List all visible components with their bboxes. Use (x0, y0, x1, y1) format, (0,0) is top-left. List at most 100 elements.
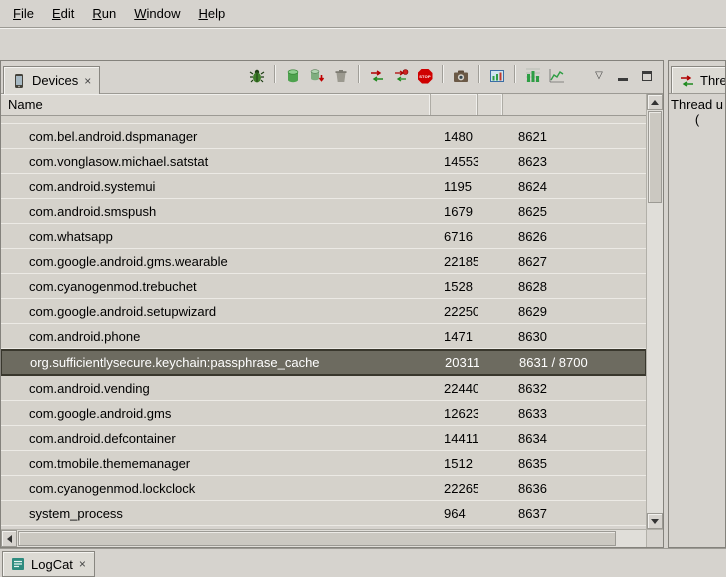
toolbar-separator (514, 65, 516, 83)
process-port: 8632 (503, 381, 646, 396)
column-header-blank[interactable] (478, 94, 503, 115)
process-name: com.cyanogenmod.trebuchet (1, 279, 431, 294)
process-port: 8621 (503, 129, 646, 144)
table-row[interactable]: com.android.defcontainer 14411 8634 (1, 426, 646, 451)
menu-help[interactable]: Help (189, 2, 234, 25)
process-pid: 20311 (432, 355, 479, 370)
process-table: Name com.bel.android.dspmanager 1480 862… (1, 94, 663, 547)
threads-tabbar: Threads (669, 61, 725, 94)
process-pid: 1528 (431, 279, 478, 294)
close-icon[interactable]: × (83, 75, 92, 87)
process-port: 8630 (503, 329, 646, 344)
scroll-up-button[interactable] (647, 94, 663, 110)
process-port: 8637 (503, 506, 646, 521)
main-area: Devices × (0, 60, 726, 548)
vertical-scrollbar[interactable] (646, 94, 663, 529)
table-row[interactable]: com.android.vending 22440 8632 (1, 376, 646, 401)
table-body: com.bel.android.dspmanager 1480 8621 com… (1, 116, 646, 529)
table-row-selected[interactable]: org.sufficientlysecure.keychain:passphra… (1, 349, 646, 376)
sysinfo-bars-icon[interactable] (523, 66, 543, 86)
process-port: 8636 (503, 481, 646, 496)
toolbar-separator (442, 65, 444, 83)
table-row[interactable]: system_process 964 8637 (1, 501, 646, 526)
scroll-left-button[interactable] (1, 530, 17, 547)
vertical-scroll-thumb[interactable] (648, 111, 662, 203)
menu-file[interactable]: File (4, 2, 43, 25)
process-pid: 22265 (431, 481, 478, 496)
horizontal-scroll-thumb[interactable] (18, 531, 616, 546)
process-name: org.sufficientlysecure.keychain:passphra… (2, 355, 432, 370)
table-row[interactable]: com.tmobile.thememanager 1512 8635 (1, 451, 646, 476)
threads-message-area: Thread up ( (669, 94, 725, 130)
menu-edit[interactable]: Edit (43, 2, 83, 25)
table-row[interactable]: com.google.android.setupwizard 22250 862… (1, 299, 646, 324)
minimize-icon[interactable] (613, 66, 633, 86)
screen-capture-icon[interactable] (451, 66, 471, 86)
scroll-down-button[interactable] (647, 513, 663, 529)
method-profiling-icon[interactable] (391, 66, 411, 86)
process-name: com.android.defcontainer (1, 431, 431, 446)
menu-window[interactable]: Window (125, 2, 189, 25)
menu-run[interactable]: Run (83, 2, 125, 25)
devices-tabbar: Devices × (1, 61, 663, 94)
process-pid: 6716 (431, 229, 478, 244)
table-row[interactable]: com.bel.android.dspmanager 1480 8621 (1, 124, 646, 149)
horizontal-scrollbar[interactable] (1, 529, 663, 547)
maximize-icon[interactable] (637, 66, 657, 86)
tab-threads-label: Threads (700, 73, 725, 88)
arrow-up-icon (651, 100, 659, 105)
update-threads-icon[interactable] (367, 66, 387, 86)
column-header-name[interactable]: Name (1, 94, 431, 115)
table-row[interactable]: com.android.phone 1471 8630 (1, 324, 646, 349)
process-port: 8623 (503, 154, 646, 169)
process-port: 8624 (503, 179, 646, 194)
process-port: 8635 (503, 456, 646, 471)
process-pid: 964 (431, 506, 478, 521)
coolbar-strip (0, 27, 726, 60)
process-port: 8631 / 8700 (504, 355, 645, 370)
tab-logcat[interactable]: LogCat × (2, 551, 95, 577)
update-heap-icon[interactable] (283, 66, 303, 86)
table-row[interactable]: com.android.smspush 1679 8625 (1, 199, 646, 224)
partial-row (1, 116, 646, 124)
table-row[interactable]: com.vonglasow.michael.satstat 14553 8623 (1, 149, 646, 174)
dump-hprof-icon[interactable] (307, 66, 327, 86)
debug-process-icon[interactable] (247, 66, 267, 86)
scroll-track[interactable] (616, 530, 647, 547)
process-name: com.android.phone (1, 329, 431, 344)
threads-icon (679, 73, 695, 89)
table-row[interactable]: com.google.android.gms.wearable 22185 86… (1, 249, 646, 274)
process-port: 8633 (503, 406, 646, 421)
table-row[interactable]: com.android.systemui 1195 8624 (1, 174, 646, 199)
process-name: com.whatsapp (1, 229, 431, 244)
column-header-port[interactable] (503, 94, 646, 115)
process-pid: 22250 (431, 304, 478, 319)
column-header-pid[interactable] (431, 94, 478, 115)
view-menu-icon[interactable]: ▽ (589, 66, 609, 86)
tab-threads[interactable]: Threads (671, 66, 725, 94)
process-pid: 22185 (431, 254, 478, 269)
process-name: com.cyanogenmod.lockclock (1, 481, 431, 496)
process-name: com.android.vending (1, 381, 431, 396)
process-name: com.vonglasow.michael.satstat (1, 154, 431, 169)
frame-render-icon[interactable] (487, 66, 507, 86)
tab-devices[interactable]: Devices × (3, 66, 100, 94)
process-pid: 1480 (431, 129, 478, 144)
process-pid: 1679 (431, 204, 478, 219)
cause-gc-icon[interactable] (331, 66, 351, 86)
sysinfo-graph-icon[interactable] (547, 66, 567, 86)
menu-bar: File Edit Run Window Help (0, 0, 726, 27)
table-header: Name (1, 94, 646, 116)
close-icon[interactable]: × (78, 558, 87, 570)
table-row[interactable]: com.google.android.gms 12623 8633 (1, 401, 646, 426)
tab-devices-label: Devices (32, 73, 78, 88)
scroll-track[interactable] (647, 204, 663, 513)
process-pid: 14411 (431, 431, 478, 446)
process-pid: 1195 (431, 179, 478, 194)
threads-panel: Threads Thread up ( (668, 60, 726, 548)
table-row[interactable]: com.whatsapp 6716 8626 (1, 224, 646, 249)
table-row[interactable]: com.cyanogenmod.lockclock 22265 8636 (1, 476, 646, 501)
stop-process-icon[interactable]: STOP (415, 66, 435, 86)
bottom-view-bar: LogCat × (0, 548, 726, 577)
table-row[interactable]: com.cyanogenmod.trebuchet 1528 8628 (1, 274, 646, 299)
